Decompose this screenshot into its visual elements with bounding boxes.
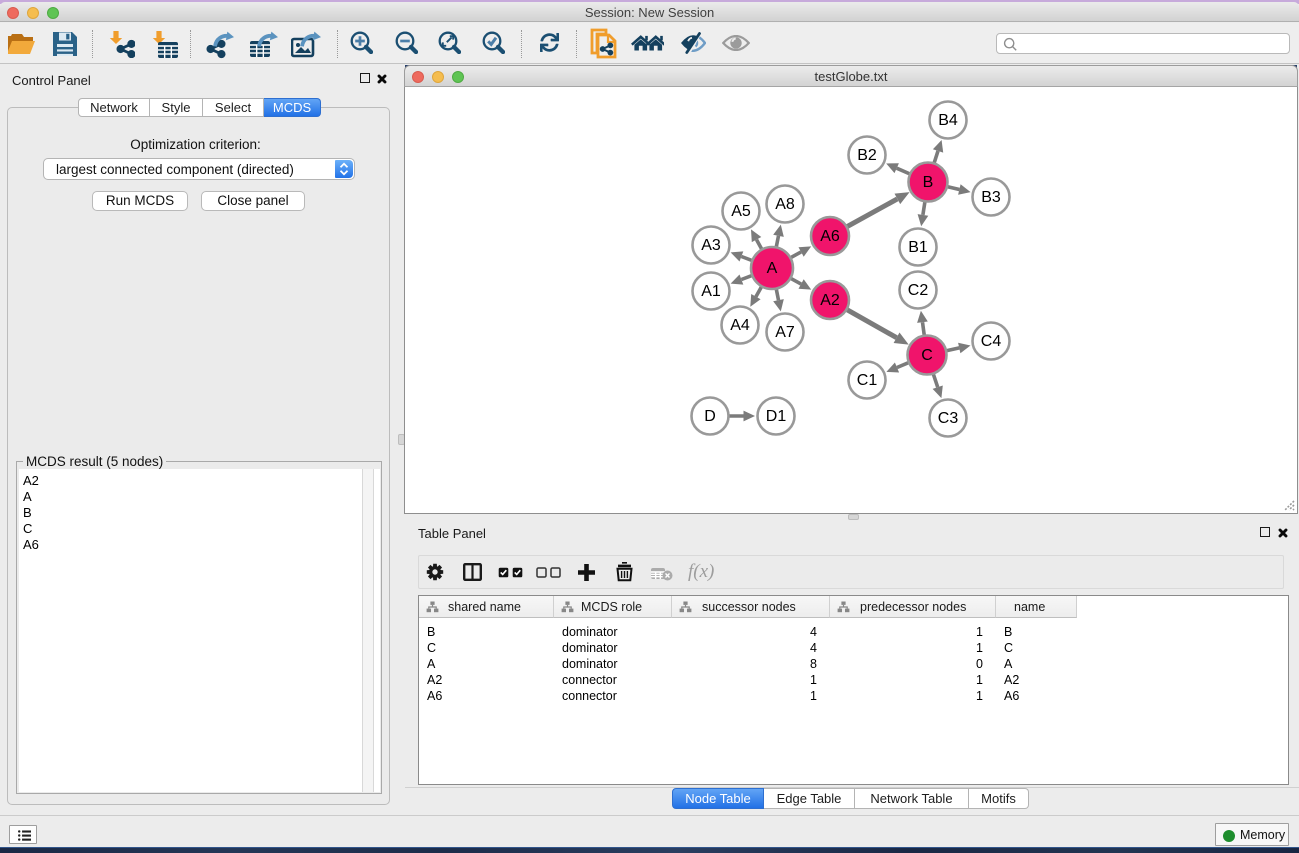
svg-text:D1: D1 — [766, 408, 787, 425]
svg-text:C: C — [921, 347, 933, 364]
svg-text:C2: C2 — [908, 282, 929, 299]
svg-text:B: B — [923, 174, 934, 191]
svg-text:A1: A1 — [701, 283, 721, 300]
svg-text:A7: A7 — [775, 324, 795, 341]
svg-text:A2: A2 — [820, 292, 840, 309]
svg-text:A5: A5 — [731, 203, 751, 220]
svg-text:B2: B2 — [857, 147, 877, 164]
svg-text:C4: C4 — [981, 333, 1002, 350]
svg-text:B3: B3 — [981, 189, 1001, 206]
svg-text:A: A — [767, 260, 778, 277]
svg-text:A8: A8 — [775, 196, 795, 213]
svg-text:B4: B4 — [938, 112, 958, 129]
svg-text:A6: A6 — [820, 228, 840, 245]
svg-text:D: D — [704, 408, 716, 425]
svg-text:A4: A4 — [730, 317, 750, 334]
svg-text:A3: A3 — [701, 237, 721, 254]
svg-text:B1: B1 — [908, 239, 928, 256]
svg-text:C1: C1 — [857, 372, 878, 389]
svg-text:C3: C3 — [938, 410, 959, 427]
